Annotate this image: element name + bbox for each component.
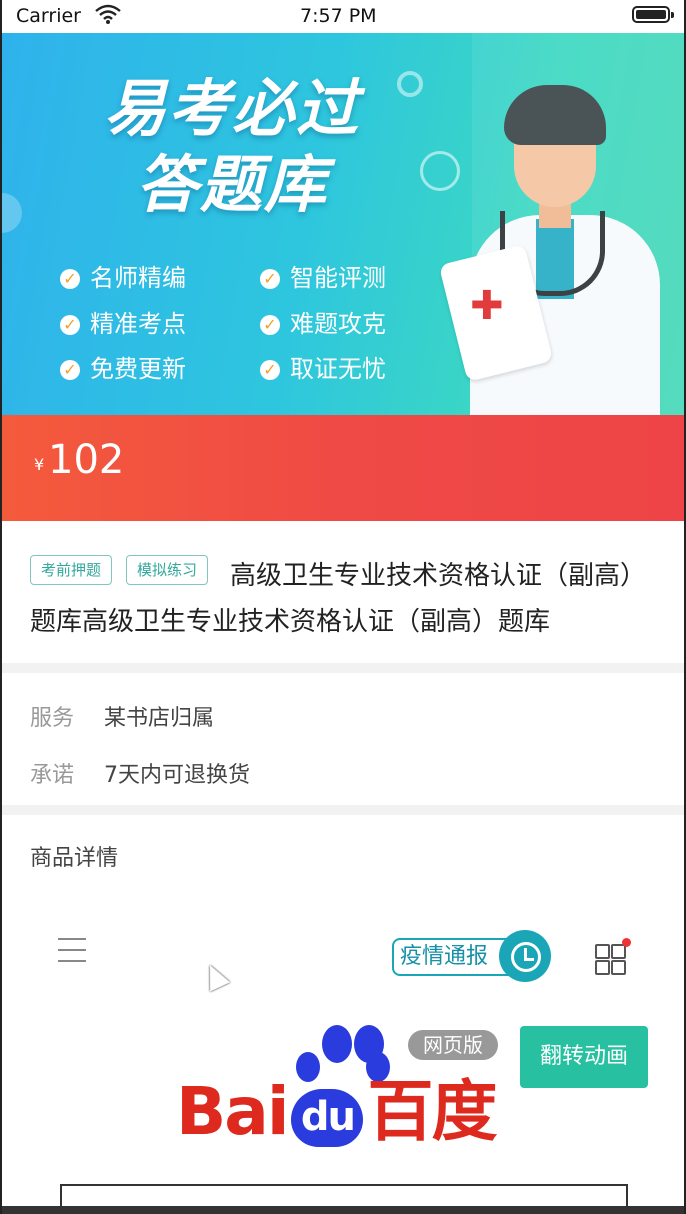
banner-feature: ✓ 精准考点 [60,304,186,339]
price-value: 102 [48,437,125,483]
banner-title-line2: 答题库 [135,148,328,221]
banner-feature: ✓ 难题攻克 [260,304,386,339]
clock-icon[interactable] [499,930,551,982]
feature-label: 取证无忧 [290,355,386,383]
baidu-text-right: 百度 [367,1073,497,1150]
decor-circle [397,71,423,97]
check-icon: ✓ [60,360,80,380]
mouse-cursor-icon [199,960,231,992]
apps-grid-icon[interactable] [595,944,626,975]
section-divider [2,663,684,673]
feature-label: 精准考点 [90,310,186,338]
promise-value: 7天内可退换货 [104,763,250,788]
promise-label: 承诺 [30,763,75,788]
decor-circle [420,151,460,191]
product-banner[interactable]: 易考必过 答题库 ✓ 名师精编 ✓ 智能评测 ✓ 精准考点 ✓ 难题攻克 ✓ 免费更新 ✓… [2,33,684,415]
notification-dot [622,938,631,947]
banner-feature: ✓ 名师精编 [60,258,186,293]
banner-feature: ✓ 智能评测 [260,258,386,293]
product-title: 高级卫生专业技术资格认证（副高）题库高级卫生专业技术资格认证（副高）题库 [30,561,647,637]
section-divider [2,805,684,815]
service-value: 某书店归属 [104,706,215,731]
status-bar: Carrier 7:57 PM [2,0,684,33]
decor-circle [2,193,22,233]
detail-heading: 商品详情 [30,846,119,871]
check-icon: ✓ [260,269,280,289]
flip-animation-button[interactable]: 翻转动画 [520,1026,648,1088]
menu-icon[interactable] [58,938,86,964]
product-title-section: 考前押题 模拟练习 高级卫生专业技术资格认证（副高）题库高级卫生专业技术资格认证… [2,521,684,663]
feature-label: 名师精编 [90,264,186,292]
check-icon: ✓ [60,315,80,335]
bottom-edge [2,1206,684,1214]
feature-label: 智能评测 [290,264,386,292]
wifi-icon [94,3,122,30]
medical-cross-icon: ✚ [470,283,504,329]
epidemic-notice-label: 疫情通报 [400,944,489,969]
feature-label: 难题攻克 [290,310,386,338]
phone-screen: Carrier 7:57 PM 易考必过 答题库 ✓ 名师精编 ✓ 智能评测 ✓ 精准… [0,0,686,1214]
baidu-text-left: Bai [176,1073,289,1150]
web-version-badge: 网页版 [408,1030,498,1060]
banner-title-line1: 易考必过 [103,72,360,145]
price-currency: ¥ [34,455,45,474]
service-label: 服务 [30,706,75,731]
check-icon: ✓ [260,315,280,335]
feature-label: 免费更新 [90,355,186,383]
clock-time: 7:57 PM [300,5,377,27]
baidu-text-du: du [291,1089,364,1147]
banner-feature: ✓ 免费更新 [60,349,186,384]
price-bar: ¥ 102 [2,415,684,521]
check-icon: ✓ [60,269,80,289]
check-icon: ✓ [260,360,280,380]
banner-feature: ✓ 取证无忧 [260,349,386,384]
banner-title: 易考必过 答题库 [82,71,382,223]
carrier-label: Carrier [16,5,81,27]
battery-icon [632,6,674,23]
